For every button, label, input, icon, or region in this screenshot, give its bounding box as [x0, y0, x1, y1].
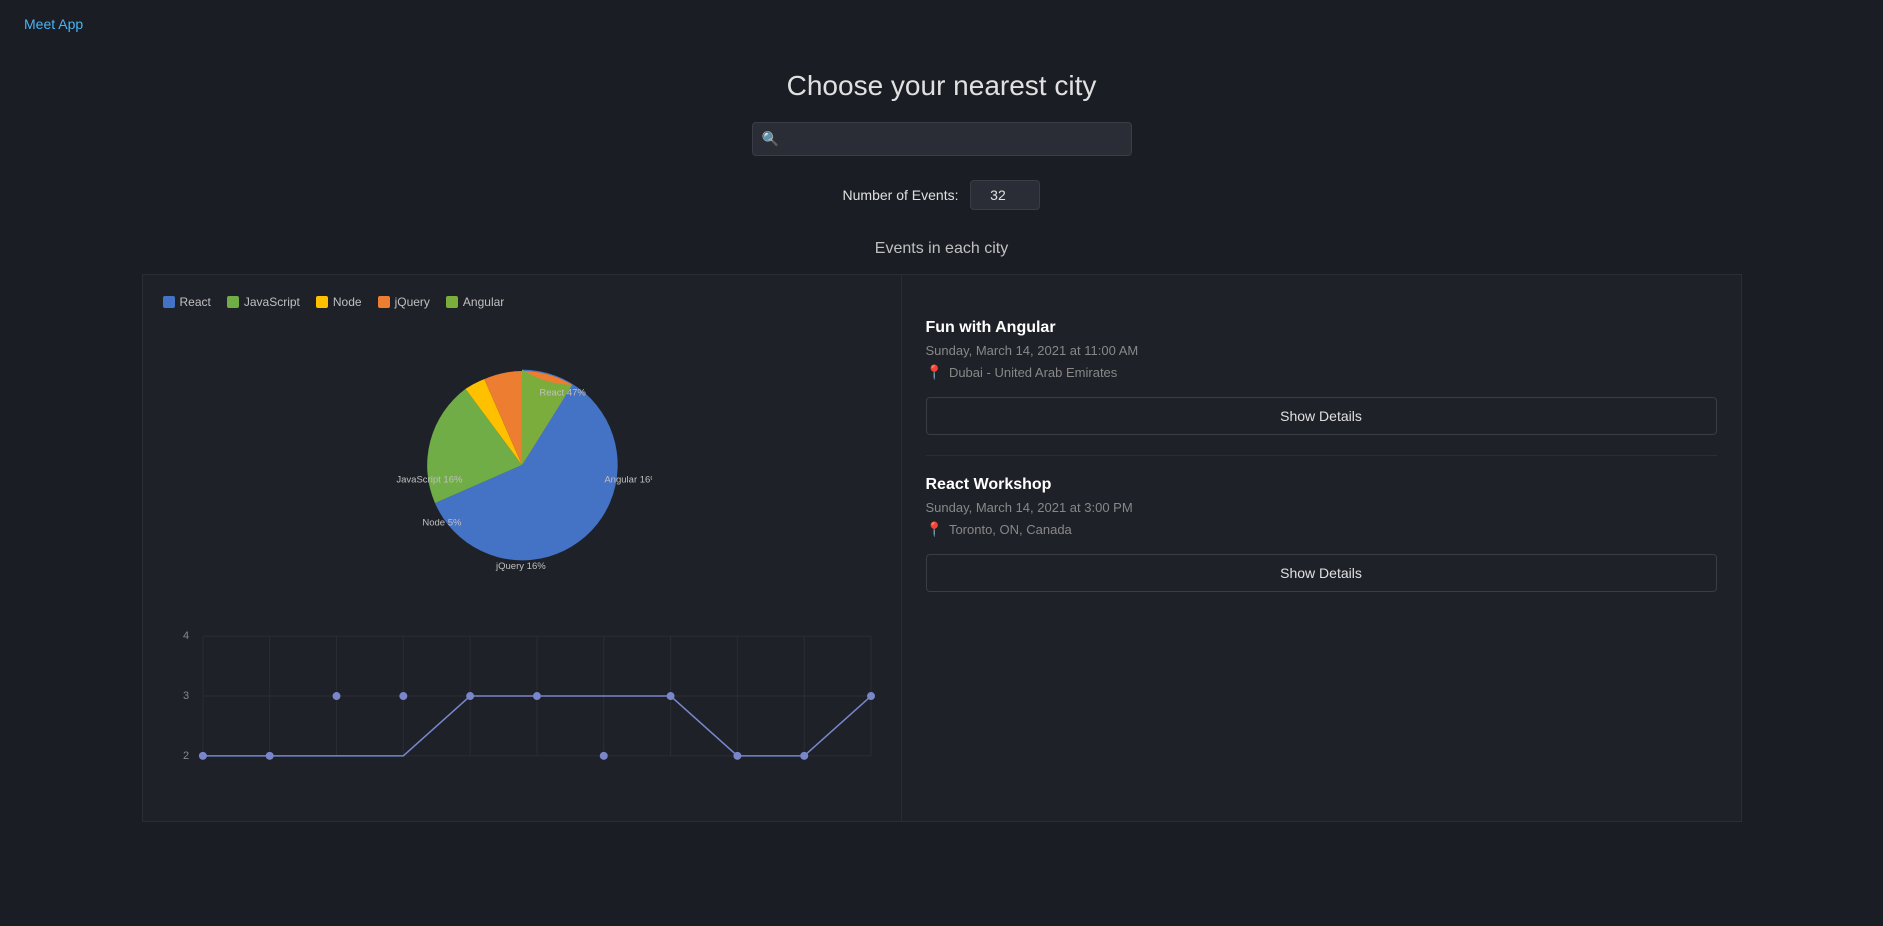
- legend-label-node: Node: [333, 295, 362, 309]
- line-dot-1-10: [867, 692, 875, 700]
- legend-javascript: JavaScript: [227, 295, 300, 309]
- event-date-0: Sunday, March 14, 2021 at 11:00 AM: [926, 343, 1717, 358]
- search-wrapper: 🔍: [752, 122, 1132, 156]
- legend-dot-react: [163, 296, 175, 308]
- y-label-3: 3: [182, 690, 188, 702]
- charts-panel: React JavaScript Node jQuery Angular: [142, 274, 902, 822]
- event-location-text-1: Toronto, ON, Canada: [949, 522, 1072, 537]
- charts-section-title: Events in each city: [875, 240, 1008, 258]
- legend-dot-jquery: [378, 296, 390, 308]
- main-content: Choose your nearest city 🔍 Number of Eve…: [0, 50, 1883, 822]
- events-number-input[interactable]: [970, 180, 1040, 210]
- location-icon-1: 📍: [926, 521, 943, 538]
- location-icon-0: 📍: [926, 364, 943, 381]
- event-location-text-0: Dubai - United Arab Emirates: [949, 365, 1117, 380]
- legend-label-javascript: JavaScript: [244, 295, 300, 309]
- line-dot-1-4: [466, 692, 474, 700]
- events-number-row: Number of Events:: [843, 180, 1041, 210]
- line-dot-1-2: [332, 692, 340, 700]
- legend-node: Node: [316, 295, 362, 309]
- line-dot-1-1: [265, 752, 273, 760]
- event-card-0: Fun with Angular Sunday, March 14, 2021 …: [926, 299, 1717, 456]
- legend-label-angular: Angular: [463, 295, 504, 309]
- pie-label-jquery: jQuery 16%: [495, 561, 546, 572]
- line-dot-1-5: [532, 692, 540, 700]
- line-dot-1-9: [800, 752, 808, 760]
- event-title-1: React Workshop: [926, 476, 1717, 494]
- line-dot-1-3: [399, 692, 407, 700]
- event-title-0: Fun with Angular: [926, 319, 1717, 337]
- y-label-4: 4: [182, 630, 188, 642]
- page-title: Choose your nearest city: [787, 70, 1097, 102]
- legend-dot-node: [316, 296, 328, 308]
- pie-chart-container: React 47% JavaScript 16% Node 5% jQuery …: [163, 325, 881, 605]
- legend-label-react: React: [180, 295, 211, 309]
- events-panel: Fun with Angular Sunday, March 14, 2021 …: [902, 274, 1742, 822]
- legend-jquery: jQuery: [378, 295, 430, 309]
- line-dot-1-0: [198, 752, 206, 760]
- pie-label-node: Node 5%: [422, 518, 462, 529]
- legend-react: React: [163, 295, 211, 309]
- event-location-0: 📍 Dubai - United Arab Emirates: [926, 364, 1717, 381]
- pie-label-angular: Angular 16%: [604, 474, 652, 485]
- pie-label-javascript: JavaScript 16%: [396, 474, 463, 485]
- events-number-label: Number of Events:: [843, 187, 959, 203]
- app-link[interactable]: Meet App: [24, 16, 83, 32]
- chart-legend: React JavaScript Node jQuery Angular: [163, 295, 881, 309]
- legend-label-jquery: jQuery: [395, 295, 430, 309]
- event-date-1: Sunday, March 14, 2021 at 3:00 PM: [926, 500, 1717, 515]
- legend-dot-angular: [446, 296, 458, 308]
- show-details-button-0[interactable]: Show Details: [926, 397, 1717, 435]
- pie-label-react: React 47%: [539, 388, 586, 399]
- city-search-input[interactable]: [752, 122, 1132, 156]
- line-chart-svg: 4 3 2: [163, 621, 881, 781]
- line-dot-1-8: [733, 752, 741, 760]
- line-dot-1-7: [666, 692, 674, 700]
- legend-angular: Angular: [446, 295, 504, 309]
- legend-dot-javascript: [227, 296, 239, 308]
- line-chart-container: 4 3 2: [163, 621, 881, 801]
- y-label-2: 2: [182, 750, 188, 762]
- content-columns: React JavaScript Node jQuery Angular: [142, 274, 1742, 822]
- show-details-button-1[interactable]: Show Details: [926, 554, 1717, 592]
- line-dot-1-6: [599, 752, 607, 760]
- event-card-1: React Workshop Sunday, March 14, 2021 at…: [926, 456, 1717, 612]
- event-location-1: 📍 Toronto, ON, Canada: [926, 521, 1717, 538]
- pie-chart-svg: React 47% JavaScript 16% Node 5% jQuery …: [392, 335, 652, 595]
- search-icon: 🔍: [762, 131, 779, 148]
- top-nav: Meet App: [0, 0, 1883, 50]
